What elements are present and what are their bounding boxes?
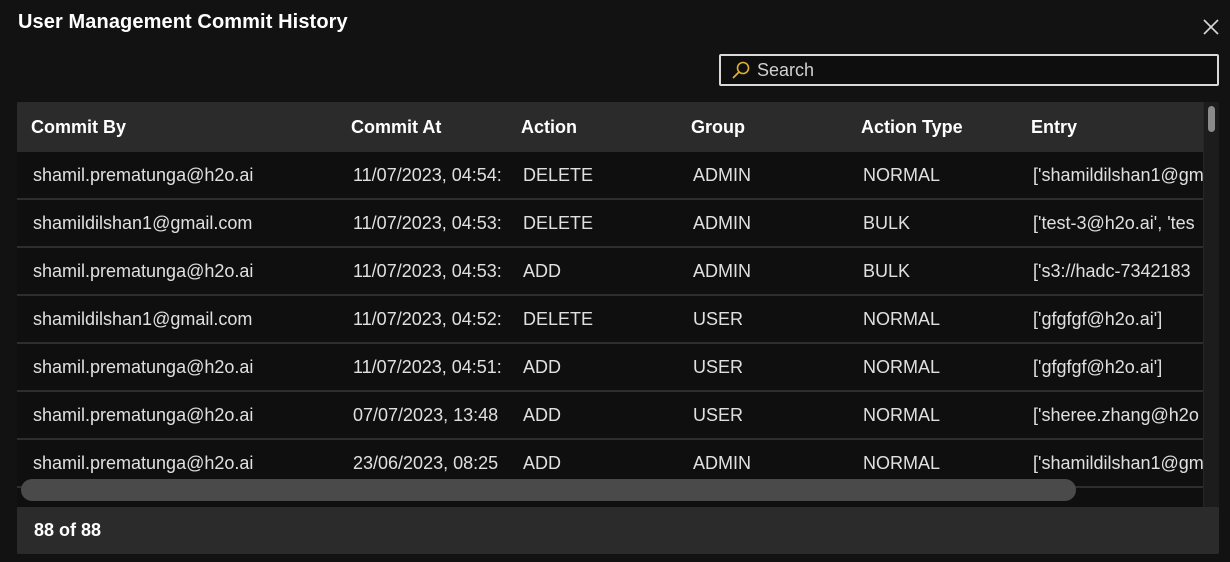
cell-commit-by: shamildilshan1@gmail.com xyxy=(33,213,253,233)
column-header-commit-at[interactable]: Commit At xyxy=(351,102,441,152)
cell-action: ADD xyxy=(523,261,562,281)
commit-history-table: Commit By Commit At Action Group Action … xyxy=(17,102,1219,554)
cell-group: USER xyxy=(693,357,744,377)
cell-action: ADD xyxy=(523,357,562,377)
close-icon[interactable] xyxy=(1201,17,1221,37)
cell-group: USER xyxy=(693,405,744,425)
commit-history-dialog: User Management Commit History Commit By… xyxy=(0,0,1230,562)
search-box[interactable] xyxy=(719,54,1219,86)
cell-action-type: NORMAL xyxy=(863,357,941,377)
cell-commit-at: 07/07/2023, 13:48 xyxy=(353,405,499,425)
table-body: shamil.prematunga@h2o.ai 11/07/2023, 04:… xyxy=(17,152,1203,507)
search-input[interactable] xyxy=(757,59,1197,81)
cell-commit-at: 11/07/2023, 04:52: xyxy=(353,309,502,329)
cell-entry: ['s3://hadc-7342183 xyxy=(1033,261,1191,281)
cell-entry: ['test-3@h2o.ai', 'tes xyxy=(1033,213,1195,233)
cell-commit-at: 11/07/2023, 04:51: xyxy=(353,357,502,377)
column-header-action[interactable]: Action xyxy=(521,102,577,152)
horizontal-scrollbar-thumb[interactable] xyxy=(21,479,1076,501)
column-header-action-type[interactable]: Action Type xyxy=(861,102,963,152)
cell-action-type: BULK xyxy=(863,213,911,233)
table-row[interactable]: shamil.prematunga@h2o.ai 07/07/2023, 13:… xyxy=(17,392,1203,440)
cell-commit-by: shamildilshan1@gmail.com xyxy=(33,309,253,329)
cell-group: USER xyxy=(693,309,744,329)
cell-entry: ['gfgfgf@h2o.ai'] xyxy=(1033,309,1163,329)
cell-group: ADMIN xyxy=(693,165,751,185)
cell-action: DELETE xyxy=(523,213,594,233)
cell-commit-at: 11/07/2023, 04:53: xyxy=(353,213,502,233)
table-row[interactable]: shamildilshan1@gmail.com 11/07/2023, 04:… xyxy=(17,200,1203,248)
dialog-title: User Management Commit History xyxy=(18,11,348,33)
cell-commit-at: 11/07/2023, 04:53: xyxy=(353,261,502,281)
cell-commit-by: shamil.prematunga@h2o.ai xyxy=(33,261,254,281)
cell-action: DELETE xyxy=(523,309,594,329)
cell-commit-at: 11/07/2023, 04:54: xyxy=(353,165,502,185)
cell-group: ADMIN xyxy=(693,213,751,233)
row-count: 88 of 88 xyxy=(34,520,102,540)
table-header: Commit By Commit At Action Group Action … xyxy=(17,102,1203,152)
table-row[interactable]: shamil.prematunga@h2o.ai 11/07/2023, 04:… xyxy=(17,344,1203,392)
cell-action-type: NORMAL xyxy=(863,309,941,329)
horizontal-scrollbar[interactable] xyxy=(17,476,1203,504)
cell-commit-by: shamil.prematunga@h2o.ai xyxy=(33,405,254,425)
cell-commit-by: shamil.prematunga@h2o.ai xyxy=(33,165,254,185)
table-row[interactable]: shamil.prematunga@h2o.ai 11/07/2023, 04:… xyxy=(17,248,1203,296)
vertical-scrollbar-thumb[interactable] xyxy=(1208,106,1215,132)
table-row[interactable]: shamil.prematunga@h2o.ai 11/07/2023, 04:… xyxy=(17,152,1203,200)
cell-group: ADMIN xyxy=(693,261,751,281)
column-header-group[interactable]: Group xyxy=(691,102,745,152)
cell-action-type: BULK xyxy=(863,261,911,281)
cell-entry: ['shamildilshan1@gm xyxy=(1033,165,1203,185)
cell-entry: ['sheree.zhang@h2o xyxy=(1033,405,1199,425)
table-row[interactable]: shamildilshan1@gmail.com 11/07/2023, 04:… xyxy=(17,296,1203,344)
cell-commit-by: shamil.prematunga@h2o.ai xyxy=(33,357,254,377)
column-header-entry[interactable]: Entry xyxy=(1031,102,1077,152)
column-header-commit-by[interactable]: Commit By xyxy=(31,102,126,152)
cell-entry: ['gfgfgf@h2o.ai'] xyxy=(1033,357,1163,377)
cell-action-type: NORMAL xyxy=(863,405,941,425)
cell-action: DELETE xyxy=(523,165,594,185)
vertical-scrollbar[interactable] xyxy=(1204,102,1219,507)
search-icon xyxy=(731,60,751,80)
table-footer: 88 of 88 xyxy=(17,507,1219,554)
table-viewport: Commit By Commit At Action Group Action … xyxy=(17,102,1203,507)
cell-action: ADD xyxy=(523,405,562,425)
cell-action-type: NORMAL xyxy=(863,165,941,185)
